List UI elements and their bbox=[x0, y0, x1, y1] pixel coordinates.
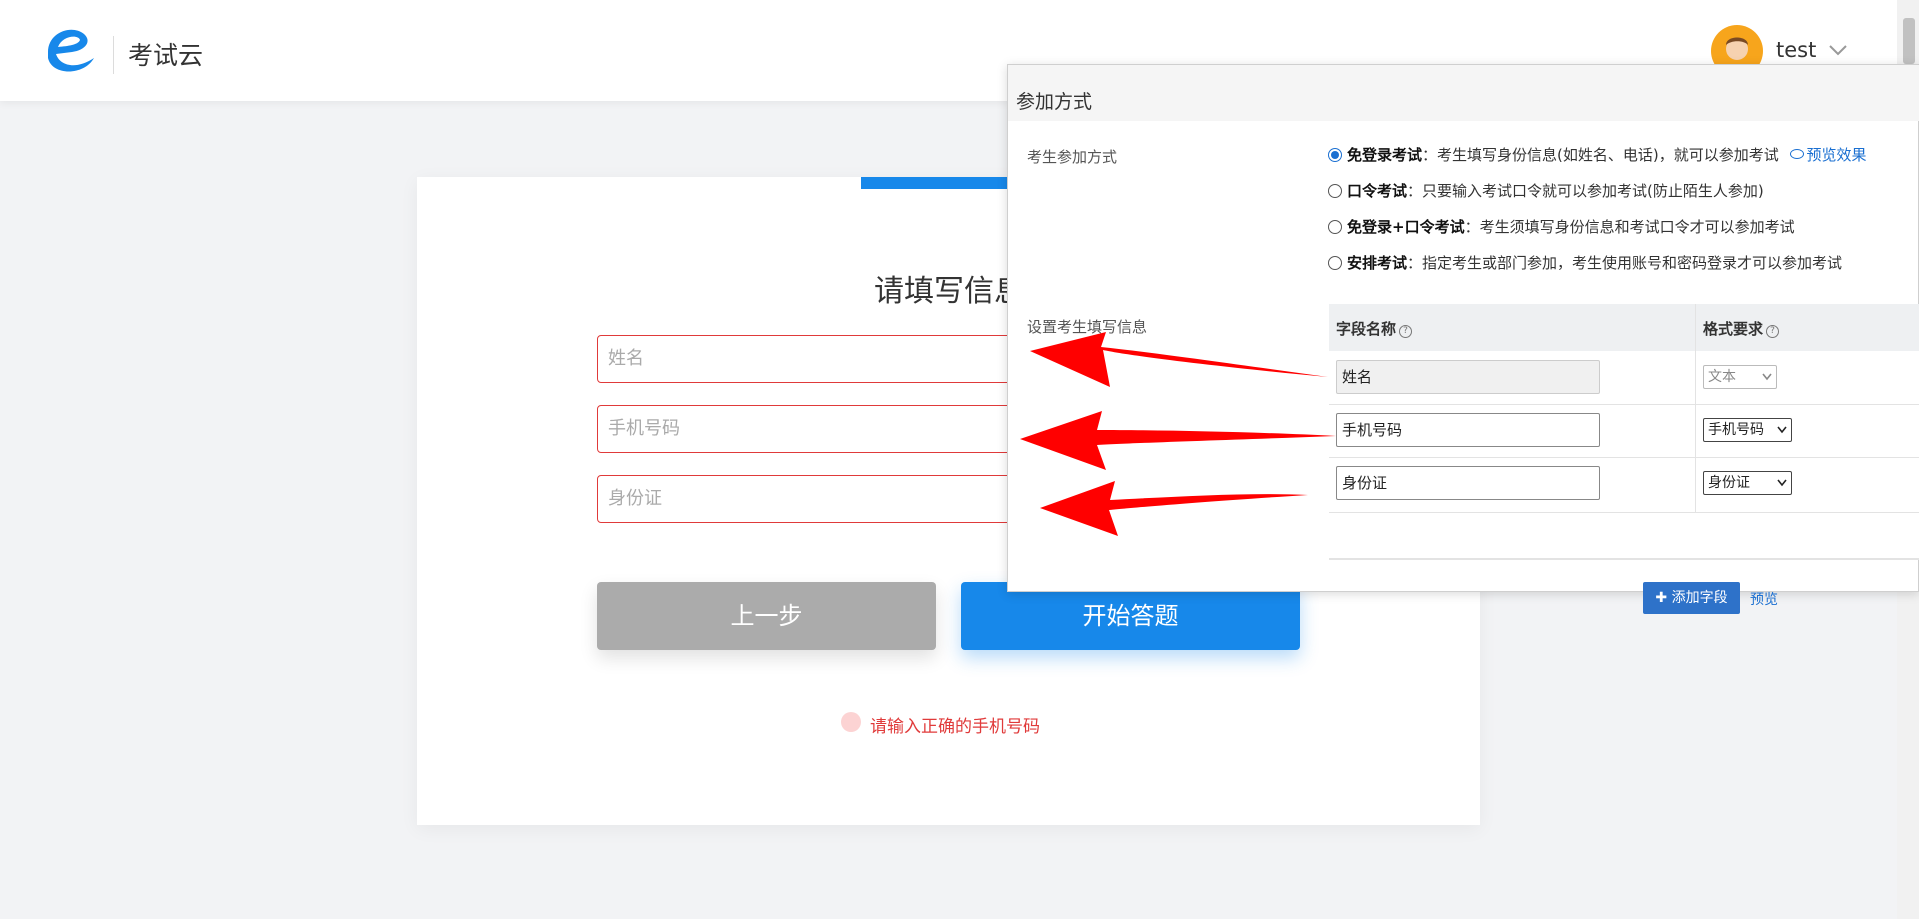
field-name-input[interactable]: 身份证 bbox=[1336, 466, 1600, 500]
join-method-panel: 参加方式 考生参加方式 免登录考试：考生填写身份信息(如姓名、电话)，就可以参加… bbox=[1007, 64, 1919, 614]
option-desc: ：只要输入考试口令就可以参加考试(防止陌生人参加) bbox=[1407, 182, 1764, 200]
preview-effect-link[interactable]: 预览效果 bbox=[1789, 146, 1867, 164]
field-name-input: 姓名 bbox=[1336, 360, 1600, 394]
format-select[interactable]: 身份证 bbox=[1703, 471, 1792, 495]
field-name-input[interactable]: 手机号码 bbox=[1336, 413, 1600, 447]
option-desc: ：考生须填写身份信息和考试口令才可以参加考试 bbox=[1464, 218, 1795, 236]
table-bottom-border bbox=[1329, 558, 1919, 560]
preview-effect-label: 预览效果 bbox=[1806, 146, 1867, 164]
chevron-down-icon bbox=[1777, 479, 1787, 487]
error-message: 请输入正确的手机号码 bbox=[870, 717, 1040, 737]
scrollbar-thumb[interactable] bbox=[1903, 18, 1915, 64]
form-title: 请填写信息 bbox=[874, 274, 1024, 309]
format-select-value: 身份证 bbox=[1708, 475, 1750, 491]
help-icon[interactable]: ? bbox=[1766, 325, 1780, 338]
prev-step-button[interactable]: 上一步 bbox=[597, 582, 936, 650]
chevron-down-icon bbox=[1762, 373, 1772, 381]
logo-icon[interactable] bbox=[38, 14, 102, 78]
option-name: 免登录+口令考试 bbox=[1347, 218, 1465, 236]
option-no-login-password[interactable]: 免登录+口令考试：考生须填写身份信息和考试口令才可以参加考试 bbox=[1328, 216, 1795, 237]
fields-table: 字段名称? 格式要求? 姓名 文本 手机号码 手机号码 身份证 身份证 ✚ 添加… bbox=[1329, 304, 1919, 614]
plus-icon: ✚ bbox=[1655, 590, 1672, 606]
join-method-label: 考生参加方式 bbox=[1027, 148, 1118, 166]
error-icon bbox=[841, 712, 861, 732]
chevron-down-icon bbox=[1777, 426, 1787, 434]
radio-icon[interactable] bbox=[1328, 184, 1342, 198]
start-answer-button[interactable]: 开始答题 bbox=[961, 582, 1300, 650]
radio-selected-icon[interactable] bbox=[1328, 148, 1342, 162]
format-select-value: 手机号码 bbox=[1708, 422, 1764, 438]
username[interactable]: test bbox=[1776, 38, 1816, 62]
format-select-value: 文本 bbox=[1708, 369, 1736, 385]
col-format-label: 格式要求 bbox=[1703, 320, 1764, 338]
format-select: 文本 bbox=[1703, 365, 1777, 389]
column-divider bbox=[1695, 304, 1696, 513]
option-name: 口令考试 bbox=[1347, 182, 1408, 200]
option-desc: ：指定考生或部门参加，考生使用账号和密码登录才可以参加考试 bbox=[1407, 254, 1843, 272]
option-desc: ：考生填写身份信息(如姓名、电话)，就可以参加考试 bbox=[1422, 146, 1779, 164]
chevron-down-icon[interactable] bbox=[1828, 40, 1848, 60]
row-divider bbox=[1329, 512, 1919, 513]
eye-icon bbox=[1789, 149, 1804, 159]
preview-link[interactable]: 预览 bbox=[1750, 589, 1778, 609]
add-field-label: 添加字段 bbox=[1671, 590, 1728, 606]
row-divider bbox=[1329, 457, 1919, 458]
add-field-button[interactable]: ✚ 添加字段 bbox=[1643, 582, 1740, 614]
col-field-name: 字段名称? bbox=[1336, 318, 1413, 339]
logo-divider bbox=[113, 36, 114, 74]
option-arranged[interactable]: 安排考试：指定考生或部门参加，考生使用账号和密码登录才可以参加考试 bbox=[1328, 252, 1842, 273]
col-format: 格式要求? bbox=[1703, 318, 1780, 339]
app-title: 考试云 bbox=[128, 41, 204, 70]
option-name: 免登录考试 bbox=[1347, 146, 1423, 164]
help-icon[interactable]: ? bbox=[1399, 325, 1413, 338]
option-name: 安排考试 bbox=[1347, 254, 1408, 272]
radio-icon[interactable] bbox=[1328, 220, 1342, 234]
format-select[interactable]: 手机号码 bbox=[1703, 418, 1792, 442]
option-no-login[interactable]: 免登录考试：考生填写身份信息(如姓名、电话)，就可以参加考试 预览效果 bbox=[1328, 144, 1867, 165]
card-accent-bar bbox=[861, 177, 1021, 189]
col-field-label: 字段名称 bbox=[1336, 320, 1397, 338]
option-password[interactable]: 口令考试：只要输入考试口令就可以参加考试(防止陌生人参加) bbox=[1328, 180, 1764, 201]
panel-header: 参加方式 bbox=[1008, 65, 1919, 121]
row-divider bbox=[1329, 404, 1919, 405]
panel-title: 参加方式 bbox=[1016, 91, 1093, 113]
fields-label: 设置考生填写信息 bbox=[1027, 318, 1148, 336]
radio-icon[interactable] bbox=[1328, 256, 1342, 270]
table-header: 字段名称? 格式要求? bbox=[1329, 304, 1919, 351]
